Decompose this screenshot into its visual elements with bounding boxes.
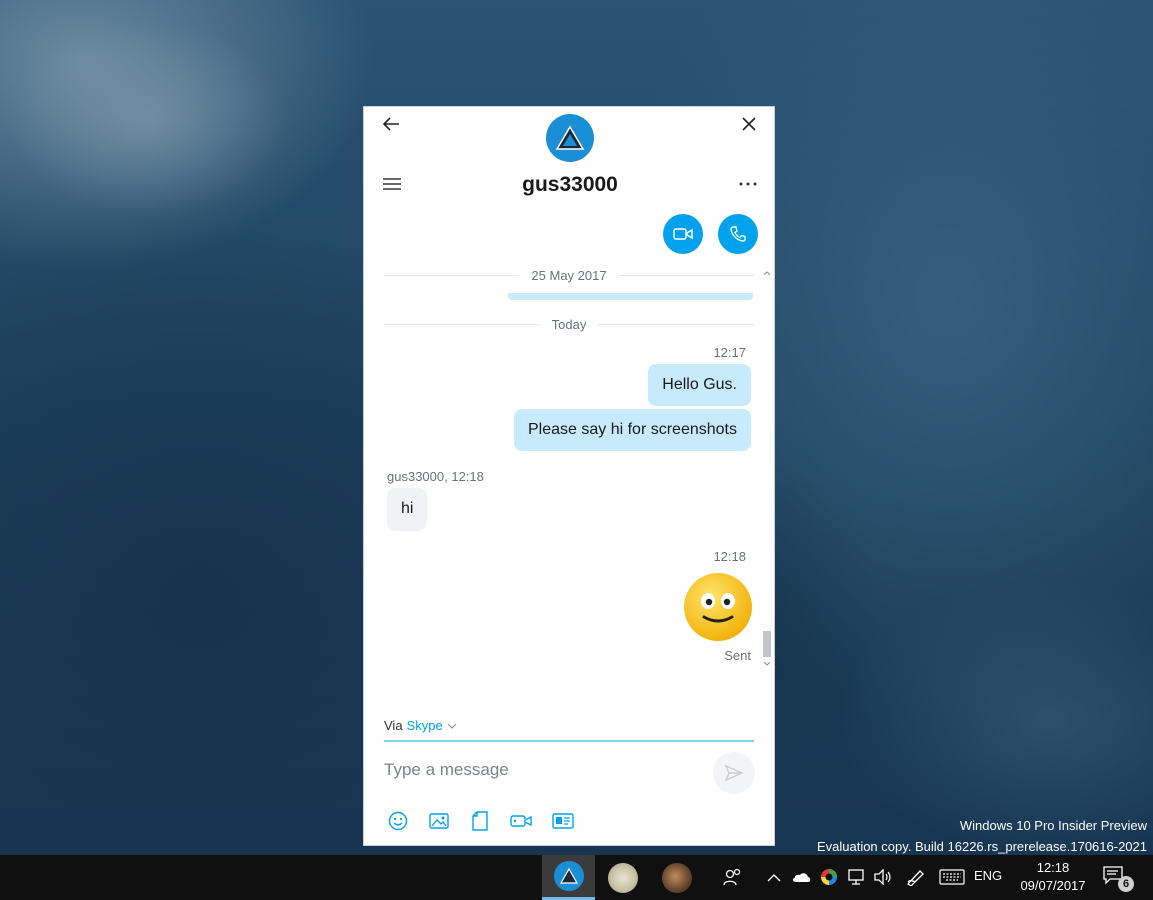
taskbar-app-2[interactable] xyxy=(598,855,648,900)
incoming-message-bubble[interactable]: hi xyxy=(387,488,428,531)
message-input[interactable] xyxy=(384,753,704,787)
send-image-icon[interactable] xyxy=(427,810,451,832)
contact-avatar[interactable] xyxy=(546,114,594,162)
sent-status: Sent xyxy=(724,648,751,663)
video-camera-icon xyxy=(673,228,693,240)
outgoing-message-bubble[interactable]: Please say hi for screenshots xyxy=(514,409,751,451)
people-icon[interactable] xyxy=(722,865,744,889)
input-language[interactable]: ENG xyxy=(974,868,1002,883)
send-contact-icon[interactable] xyxy=(551,810,575,832)
audio-call-button[interactable] xyxy=(718,214,758,254)
date-separator: 25 May 2017 xyxy=(384,267,755,283)
video-message-icon[interactable] xyxy=(509,810,533,832)
user-photo-icon xyxy=(662,862,692,893)
previous-message-bubble xyxy=(508,293,753,300)
taskbar-app-3[interactable] xyxy=(652,855,702,900)
outgoing-message-bubble[interactable]: Hello Gus. xyxy=(648,364,751,406)
taskbar-clock[interactable]: 12:18 09/07/2017 xyxy=(1014,859,1092,895)
touch-keyboard-icon[interactable] xyxy=(938,865,966,889)
volume-icon[interactable] xyxy=(872,865,894,889)
more-options-icon[interactable] xyxy=(734,173,762,195)
scroll-down-arrow-icon[interactable] xyxy=(761,657,773,669)
message-timestamp: 12:17 xyxy=(713,345,746,360)
windows-build-watermark: Windows 10 Pro Insider Preview Evaluatio… xyxy=(816,818,1147,854)
onedrive-cloud-icon[interactable] xyxy=(790,865,812,889)
date-separator-today: Today xyxy=(384,316,755,332)
pen-workspace-icon[interactable] xyxy=(904,865,928,889)
send-button[interactable] xyxy=(713,752,755,794)
video-call-button[interactable] xyxy=(663,214,703,254)
windows-taskbar: ENG 12:18 09/07/2017 6 xyxy=(0,855,1153,900)
send-file-icon[interactable] xyxy=(468,810,492,832)
network-icon[interactable] xyxy=(846,865,868,889)
close-icon[interactable] xyxy=(736,113,762,135)
scroll-thumb[interactable] xyxy=(763,631,771,657)
composer-divider xyxy=(384,740,754,742)
smile-emoticon-icon[interactable] xyxy=(682,571,754,643)
phone-icon xyxy=(730,226,746,242)
notification-count-badge: 6 xyxy=(1118,876,1134,892)
contact-name[interactable]: gus33000 xyxy=(364,173,776,197)
taskbar-skype-app[interactable] xyxy=(542,855,595,900)
scroll-up-arrow-icon[interactable] xyxy=(761,267,773,279)
skype-chat-window: gus33000 25 May 2017 Today 12:17 Hello G… xyxy=(363,106,775,846)
chevron-down-icon xyxy=(447,723,457,729)
skype-app-icon xyxy=(553,861,584,891)
chevron-up-icon[interactable] xyxy=(765,865,783,889)
app-avatar-icon xyxy=(608,862,638,893)
send-arrow-icon xyxy=(724,764,744,782)
message-timestamp: 12:18 xyxy=(713,549,746,564)
via-service-selector[interactable]: Via Skype xyxy=(384,718,457,733)
color-app-icon[interactable] xyxy=(818,865,840,889)
action-center-button[interactable]: 6 xyxy=(1102,865,1134,893)
back-arrow-icon[interactable] xyxy=(378,113,404,135)
chat-scrollbar[interactable] xyxy=(761,267,773,670)
incoming-message-meta: gus33000, 12:18 xyxy=(387,469,484,484)
emoticon-picker-icon[interactable] xyxy=(386,810,410,832)
